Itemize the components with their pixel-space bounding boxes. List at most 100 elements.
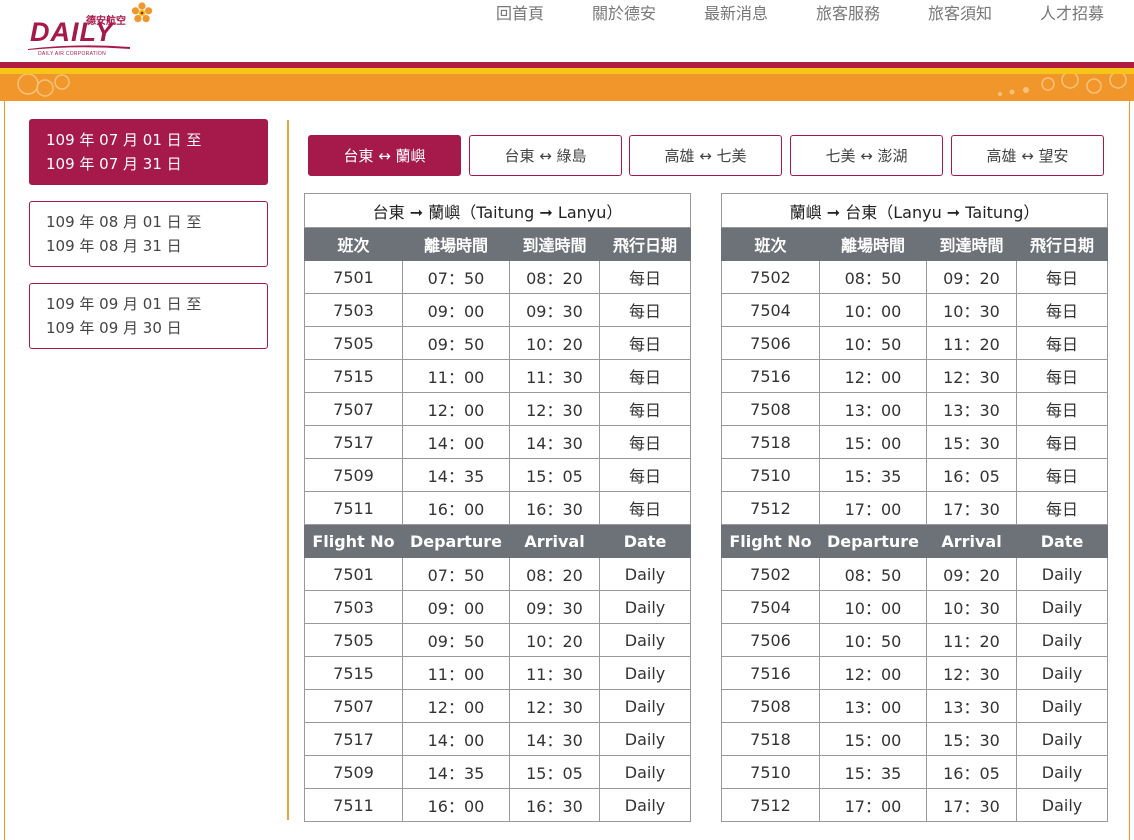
cell-flight-no: 7516: [721, 359, 820, 393]
cell-arrival: 13：30: [926, 392, 1017, 426]
cell-flight-no: 7517: [304, 425, 403, 459]
table-row: 7505 09：50 10：20 Daily: [304, 623, 692, 657]
nav-home[interactable]: 回首頁: [496, 0, 544, 24]
flower-pattern-left: [17, 74, 70, 97]
cell-departure: 16：00: [402, 491, 510, 525]
cell-date: Daily: [1015, 557, 1109, 591]
header-departure-zh: 離場時間: [402, 227, 510, 261]
period-button-september[interactable]: 109 年 09 月 01 日 至 109 年 09 月 30 日: [29, 283, 268, 349]
cell-date: 每日: [1015, 458, 1109, 492]
table-row: 7518 15：00 15：30 每日: [721, 425, 1109, 459]
nav-passenger-notice[interactable]: 旅客須知: [928, 0, 992, 24]
cell-date: Daily: [1015, 755, 1109, 789]
period-september-line2: 109 年 09 月 30 日: [46, 319, 182, 337]
cell-departure: 15：35: [819, 458, 927, 492]
table-caption: 台東 ➞ 蘭嶼（Taitung ➞ Lanyu）: [303, 193, 692, 228]
cell-flight-no: 7502: [721, 557, 820, 591]
header-flight-no-zh: 班次: [721, 227, 820, 261]
route-button-qimei-penghu[interactable]: 七美 ↔ 澎湖: [790, 135, 943, 176]
table-header-row-en: Flight No Departure Arrival Date: [304, 524, 692, 558]
cell-date: Daily: [598, 623, 692, 657]
cell-date: 每日: [598, 260, 692, 294]
cell-arrival: 12：30: [509, 689, 600, 723]
table-row: 7506 10：50 11：20 Daily: [721, 623, 1109, 657]
cell-flight-no: 7506: [721, 326, 820, 360]
cell-arrival: 12：30: [926, 656, 1017, 690]
cell-date: 每日: [598, 326, 692, 360]
schedule-table-return: 蘭嶼 ➞ 台東（Lanyu ➞ Taitung） 班次 離場時間 到達時間 飛行日期 75…: [720, 193, 1109, 822]
header-departure-zh: 離場時間: [819, 227, 927, 261]
header-date-zh: 飛行日期: [1015, 227, 1109, 261]
period-button-july[interactable]: 109 年 07 月 01 日 至 109 年 07 月 31 日: [29, 119, 268, 185]
cell-departure: 17：00: [819, 788, 927, 822]
route-button-taitung-lanyu[interactable]: 台東 ↔ 蘭嶼: [308, 135, 461, 176]
cell-date: Daily: [1015, 656, 1109, 690]
cell-flight-no: 7518: [721, 425, 820, 459]
table-row: 7510 15：35 16：05 每日: [721, 458, 1109, 492]
sidebar-divider: [287, 120, 289, 820]
cell-departure: 15：35: [819, 755, 927, 789]
cell-date: Daily: [598, 788, 692, 822]
table-row: 7509 14：35 15：05 Daily: [304, 755, 692, 789]
cell-departure: 13：00: [819, 392, 927, 426]
cell-date: 每日: [1015, 425, 1109, 459]
header-departure-en: Departure: [819, 524, 927, 558]
cell-date: Daily: [598, 722, 692, 756]
header-flight-no-en: Flight No: [721, 524, 820, 558]
cell-departure: 07：50: [402, 260, 510, 294]
route-button-kaohsiung-qimei[interactable]: 高雄 ↔ 七美: [629, 135, 782, 176]
nav-news[interactable]: 最新消息: [704, 0, 768, 24]
cell-date: Daily: [598, 755, 692, 789]
cell-departure: 09：00: [402, 293, 510, 327]
cell-date: Daily: [598, 590, 692, 624]
period-july-line1: 109 年 07 月 01 日 至: [46, 131, 202, 149]
daily-air-logo[interactable]: 德安航空 DAILY DAILY AIR CORPORATION: [24, 2, 184, 60]
cell-arrival: 15：30: [926, 722, 1017, 756]
header-date-en: Date: [598, 524, 692, 558]
period-july-line2: 109 年 07 月 31 日: [46, 155, 182, 173]
cell-departure: 14：00: [402, 722, 510, 756]
cell-date: 每日: [1015, 491, 1109, 525]
cell-arrival: 12：30: [509, 392, 600, 426]
cell-departure: 15：00: [819, 722, 927, 756]
cell-arrival: 09：20: [926, 260, 1017, 294]
table-caption-row: 蘭嶼 ➞ 台東（Lanyu ➞ Taitung）: [720, 193, 1109, 228]
nav-passenger-services[interactable]: 旅客服務: [816, 0, 880, 24]
header-arrival-zh: 到達時間: [509, 227, 600, 261]
cell-departure: 12：00: [819, 359, 927, 393]
nav-about[interactable]: 關於德安: [592, 0, 656, 24]
cell-flight-no: 7504: [721, 590, 820, 624]
cell-arrival: 10：30: [926, 293, 1017, 327]
cell-flight-no: 7508: [721, 689, 820, 723]
cell-departure: 09：00: [402, 590, 510, 624]
cell-departure: 12：00: [402, 392, 510, 426]
cell-arrival: 16：05: [926, 755, 1017, 789]
cell-departure: 15：00: [819, 425, 927, 459]
cell-arrival: 10：20: [509, 623, 600, 657]
period-august-line2: 109 年 08 月 31 日: [46, 237, 182, 255]
nav-careers[interactable]: 人才招募: [1040, 0, 1104, 24]
cell-departure: 17：00: [819, 491, 927, 525]
table-row: 7506 10：50 11：20 每日: [721, 326, 1109, 360]
cell-arrival: 16：30: [509, 491, 600, 525]
cell-flight-no: 7507: [304, 689, 403, 723]
route-button-taitung-greenisland[interactable]: 台東 ↔ 綠島: [469, 135, 622, 176]
cell-departure: 14：00: [402, 425, 510, 459]
cell-departure: 08：50: [819, 557, 927, 591]
table-row: 7517 14：00 14：30 每日: [304, 425, 692, 459]
cell-flight-no: 7512: [721, 788, 820, 822]
cell-date: 每日: [1015, 293, 1109, 327]
period-button-august[interactable]: 109 年 08 月 01 日 至 109 年 08 月 31 日: [29, 201, 268, 267]
cell-flight-no: 7507: [304, 392, 403, 426]
cell-flight-no: 7512: [721, 491, 820, 525]
table-row: 7502 08：50 09：20 每日: [721, 260, 1109, 294]
cell-departure: 10：00: [819, 590, 927, 624]
cell-arrival: 10：30: [926, 590, 1017, 624]
cell-arrival: 13：30: [926, 689, 1017, 723]
route-button-kaohsiung-wangan[interactable]: 高雄 ↔ 望安: [951, 135, 1104, 176]
flower-pattern-right: [998, 74, 1127, 96]
cell-flight-no: 7509: [304, 755, 403, 789]
cell-date: 每日: [1015, 260, 1109, 294]
table-row: 7504 10：00 10：30 每日: [721, 293, 1109, 327]
cell-departure: 11：00: [402, 359, 510, 393]
